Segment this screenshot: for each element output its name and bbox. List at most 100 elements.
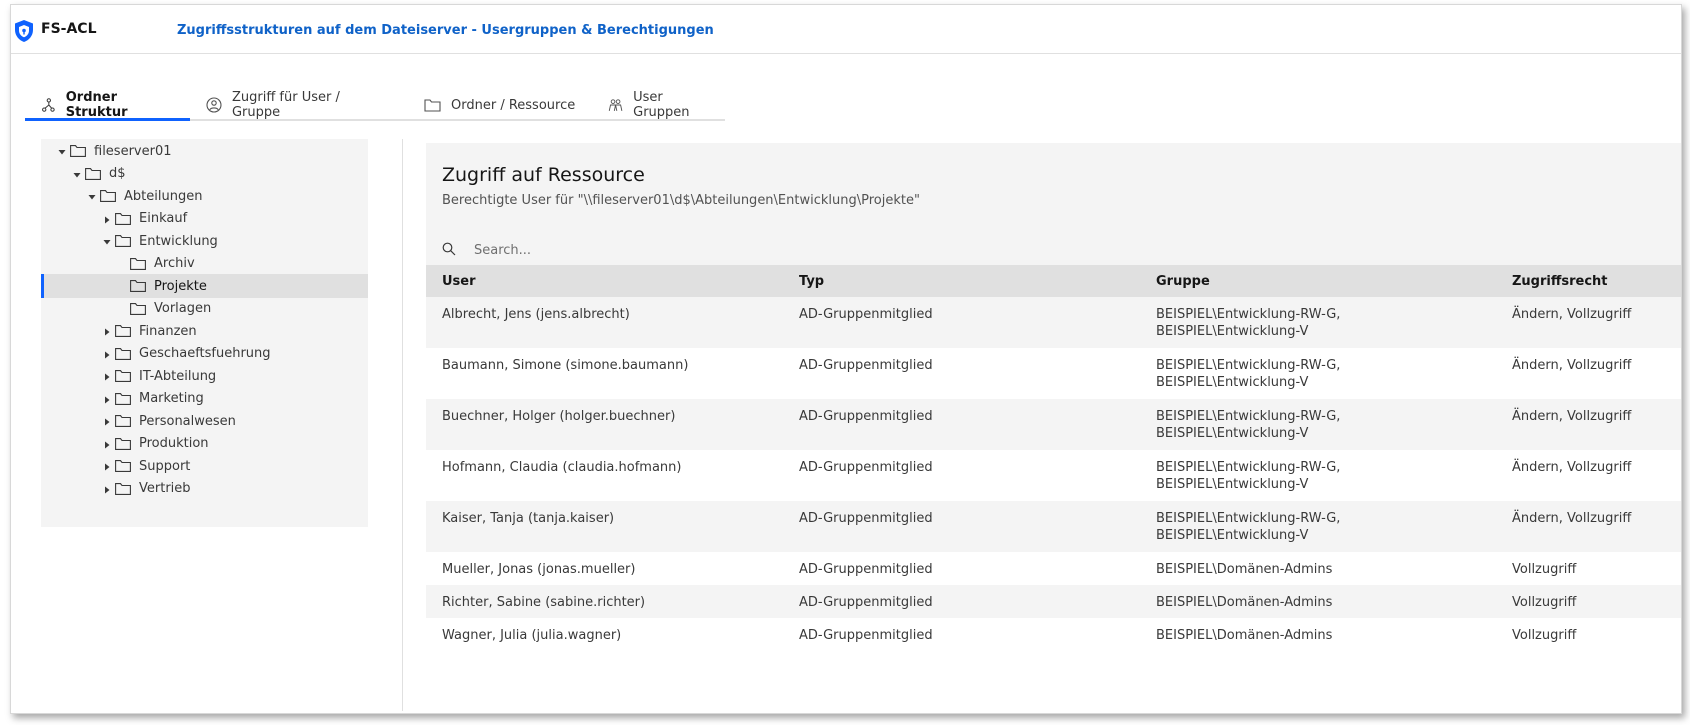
table-body: Albrecht, Jens (jens.albrecht) AD-Gruppen… xyxy=(426,297,1681,651)
column-header-user[interactable]: User xyxy=(426,265,783,297)
tree-item[interactable]: Marketing xyxy=(41,387,368,411)
caret-right-icon[interactable] xyxy=(102,371,112,381)
cell-typ: AD-Gruppenmitglied xyxy=(783,501,1140,552)
folder-icon xyxy=(115,235,131,247)
caret-right-icon[interactable] xyxy=(102,439,112,449)
search-input[interactable] xyxy=(472,239,1076,261)
cell-zugriffsrecht: Ändern, Vollzugriff xyxy=(1496,450,1681,501)
cell-gruppe: BEISPIEL\Entwicklung-RW-G, BEISPIEL\Entw… xyxy=(1140,501,1496,552)
tree-item[interactable]: Archiv xyxy=(41,252,368,276)
column-header-typ[interactable]: Typ xyxy=(783,265,1140,297)
tab-label: User Gruppen xyxy=(633,90,690,120)
folder-icon xyxy=(115,460,131,472)
cell-typ: AD-Gruppenmitglied xyxy=(783,450,1140,501)
cell-gruppe: BEISPIEL\Domänen-Admins xyxy=(1140,552,1496,585)
caret-right-icon[interactable] xyxy=(102,394,112,404)
tree-item-label: Vertrieb xyxy=(139,481,191,496)
table-row[interactable]: Albrecht, Jens (jens.albrecht) AD-Gruppen… xyxy=(426,297,1681,348)
cell-user: Mueller, Jonas (jonas.mueller) xyxy=(426,552,783,585)
caret-right-icon[interactable] xyxy=(102,214,112,224)
table-row[interactable]: Wagner, Julia (julia.wagner) AD-Gruppenmi… xyxy=(426,618,1681,651)
caret-right-icon[interactable] xyxy=(102,484,112,494)
tab-zugriff-user-gruppe[interactable]: Zugriff für User / Gruppe xyxy=(190,90,408,121)
tree-item[interactable]: Personalwesen xyxy=(41,409,368,433)
folder-icon xyxy=(130,280,146,292)
cell-zugriffsrecht: Vollzugriff xyxy=(1496,618,1681,651)
folder-icon xyxy=(115,325,131,337)
tab-ordner-struktur[interactable]: Ordner Struktur xyxy=(25,89,190,121)
tree-item[interactable]: fileserver01 xyxy=(41,139,368,163)
tab-ordner-ressource[interactable]: Ordner / Ressource xyxy=(408,91,592,121)
tree-item-label: Abteilungen xyxy=(124,188,203,204)
user-access-icon xyxy=(206,97,222,113)
cell-zugriffsrecht: Ändern, Vollzugriff xyxy=(1496,399,1681,450)
tree-item[interactable]: Projekte xyxy=(41,274,368,298)
cell-gruppe: BEISPIEL\Entwicklung-RW-G, BEISPIEL\Entw… xyxy=(1140,348,1496,399)
cell-typ: AD-Gruppenmitglied xyxy=(783,348,1140,399)
cell-gruppe: BEISPIEL\Entwicklung-RW-G, BEISPIEL\Entw… xyxy=(1140,450,1496,501)
folder-icon xyxy=(424,99,441,112)
tree-item[interactable]: Einkauf xyxy=(41,207,368,231)
cell-user: Wagner, Julia (julia.wagner) xyxy=(426,618,783,651)
tree-item-label: Finanzen xyxy=(139,323,197,339)
tab-label: Ordner / Ressource xyxy=(451,97,576,113)
shield-logo-icon xyxy=(15,20,33,42)
caret-right-icon[interactable] xyxy=(102,349,112,359)
caret-down-icon[interactable] xyxy=(102,236,112,246)
column-header-gruppe[interactable]: Gruppe xyxy=(1140,265,1496,297)
tree-item-label: fileserver01 xyxy=(94,143,172,159)
cell-zugriffsrecht: Ändern, Vollzugriff xyxy=(1496,501,1681,552)
user-group-icon xyxy=(608,99,623,111)
tree-item-label: Projekte xyxy=(154,278,207,294)
folder-tree: fileserver01 d$ Abteilungen Einkauf Entwickl… xyxy=(41,139,368,527)
tree-item[interactable]: Vorlagen xyxy=(41,297,368,321)
tab-label: Zugriff für User / Gruppe xyxy=(231,90,340,120)
table-row[interactable]: Buechner, Holger (holger.buechner) AD-Gru… xyxy=(426,399,1681,450)
app-name: FS-ACL xyxy=(41,21,97,37)
table-row[interactable]: Mueller, Jonas (jonas.mueller) AD-Gruppen… xyxy=(426,552,1681,585)
caret-right-icon[interactable] xyxy=(102,461,112,471)
cell-gruppe: BEISPIEL\Entwicklung-RW-G, BEISPIEL\Entw… xyxy=(1140,297,1496,348)
cell-gruppe: BEISPIEL\Domänen-Admins xyxy=(1140,618,1496,651)
tree-item-label: Produktion xyxy=(139,436,209,451)
folder-icon xyxy=(115,392,131,405)
table-row[interactable]: Baumann, Simone (simone.baumann) AD-Grupp… xyxy=(426,348,1681,399)
app-window: FS-ACL Zugriffsstrukturen auf dem Dateis… xyxy=(10,4,1682,714)
tree-item-label: Einkauf xyxy=(139,211,188,226)
cell-typ: AD-Gruppenmitglied xyxy=(783,399,1140,450)
caret-down-icon[interactable] xyxy=(57,146,67,156)
folder-icon xyxy=(115,347,131,360)
cell-zugriffsrecht: Vollzugriff xyxy=(1496,585,1681,618)
tab-label: Ordner Struktur xyxy=(65,89,128,120)
caret-right-icon[interactable] xyxy=(102,416,112,426)
tree-item-label: Vorlagen xyxy=(154,301,212,316)
cell-zugriffsrecht: Ändern, Vollzugriff xyxy=(1496,297,1681,348)
table-row[interactable]: Hofmann, Claudia (claudia.hofmann) AD-Gru… xyxy=(426,450,1681,501)
tree-item[interactable]: Finanzen xyxy=(41,319,368,343)
tab-user-gruppen[interactable]: User Gruppen xyxy=(592,90,725,121)
tree-item[interactable]: Support xyxy=(41,454,368,478)
tree-item[interactable]: d$ xyxy=(41,162,368,186)
caret-right-icon[interactable] xyxy=(102,326,112,336)
table-row[interactable]: Richter, Sabine (sabine.richter) AD-Grupp… xyxy=(426,585,1681,618)
tree-item[interactable]: Geschaeftsfuehrung xyxy=(41,342,368,366)
caret-down-icon[interactable] xyxy=(87,191,97,201)
tree-item-label: IT-Abteilung xyxy=(139,368,217,384)
tree-item[interactable]: Entwicklung xyxy=(41,229,368,253)
folder-icon xyxy=(130,302,146,315)
panel-title: Zugriff auf Ressource xyxy=(442,164,645,186)
table-row[interactable]: Kaiser, Tanja (tanja.kaiser) AD-Gruppenmi… xyxy=(426,501,1681,552)
cell-gruppe: BEISPIEL\Entwicklung-RW-G, BEISPIEL\Entw… xyxy=(1140,399,1496,450)
cell-user: Baumann, Simone (simone.baumann) xyxy=(426,348,783,399)
column-header-zugriffsrecht[interactable]: Zugriffsrecht xyxy=(1496,265,1681,297)
cell-typ: AD-Gruppenmitglied xyxy=(783,618,1140,651)
caret-down-icon[interactable] xyxy=(72,169,82,179)
tree-item[interactable]: IT-Abteilung xyxy=(41,364,368,388)
tree-item-label: Support xyxy=(139,458,191,474)
cell-user: Albrecht, Jens (jens.albrecht) xyxy=(426,297,783,348)
tree-item[interactable]: Produktion xyxy=(41,432,368,456)
caret-spacer xyxy=(117,259,127,269)
tree-item[interactable]: Vertrieb xyxy=(41,477,368,501)
tree-item[interactable]: Abteilungen xyxy=(41,184,368,208)
app-title: Zugriffsstrukturen auf dem Dateiserver -… xyxy=(177,23,714,38)
